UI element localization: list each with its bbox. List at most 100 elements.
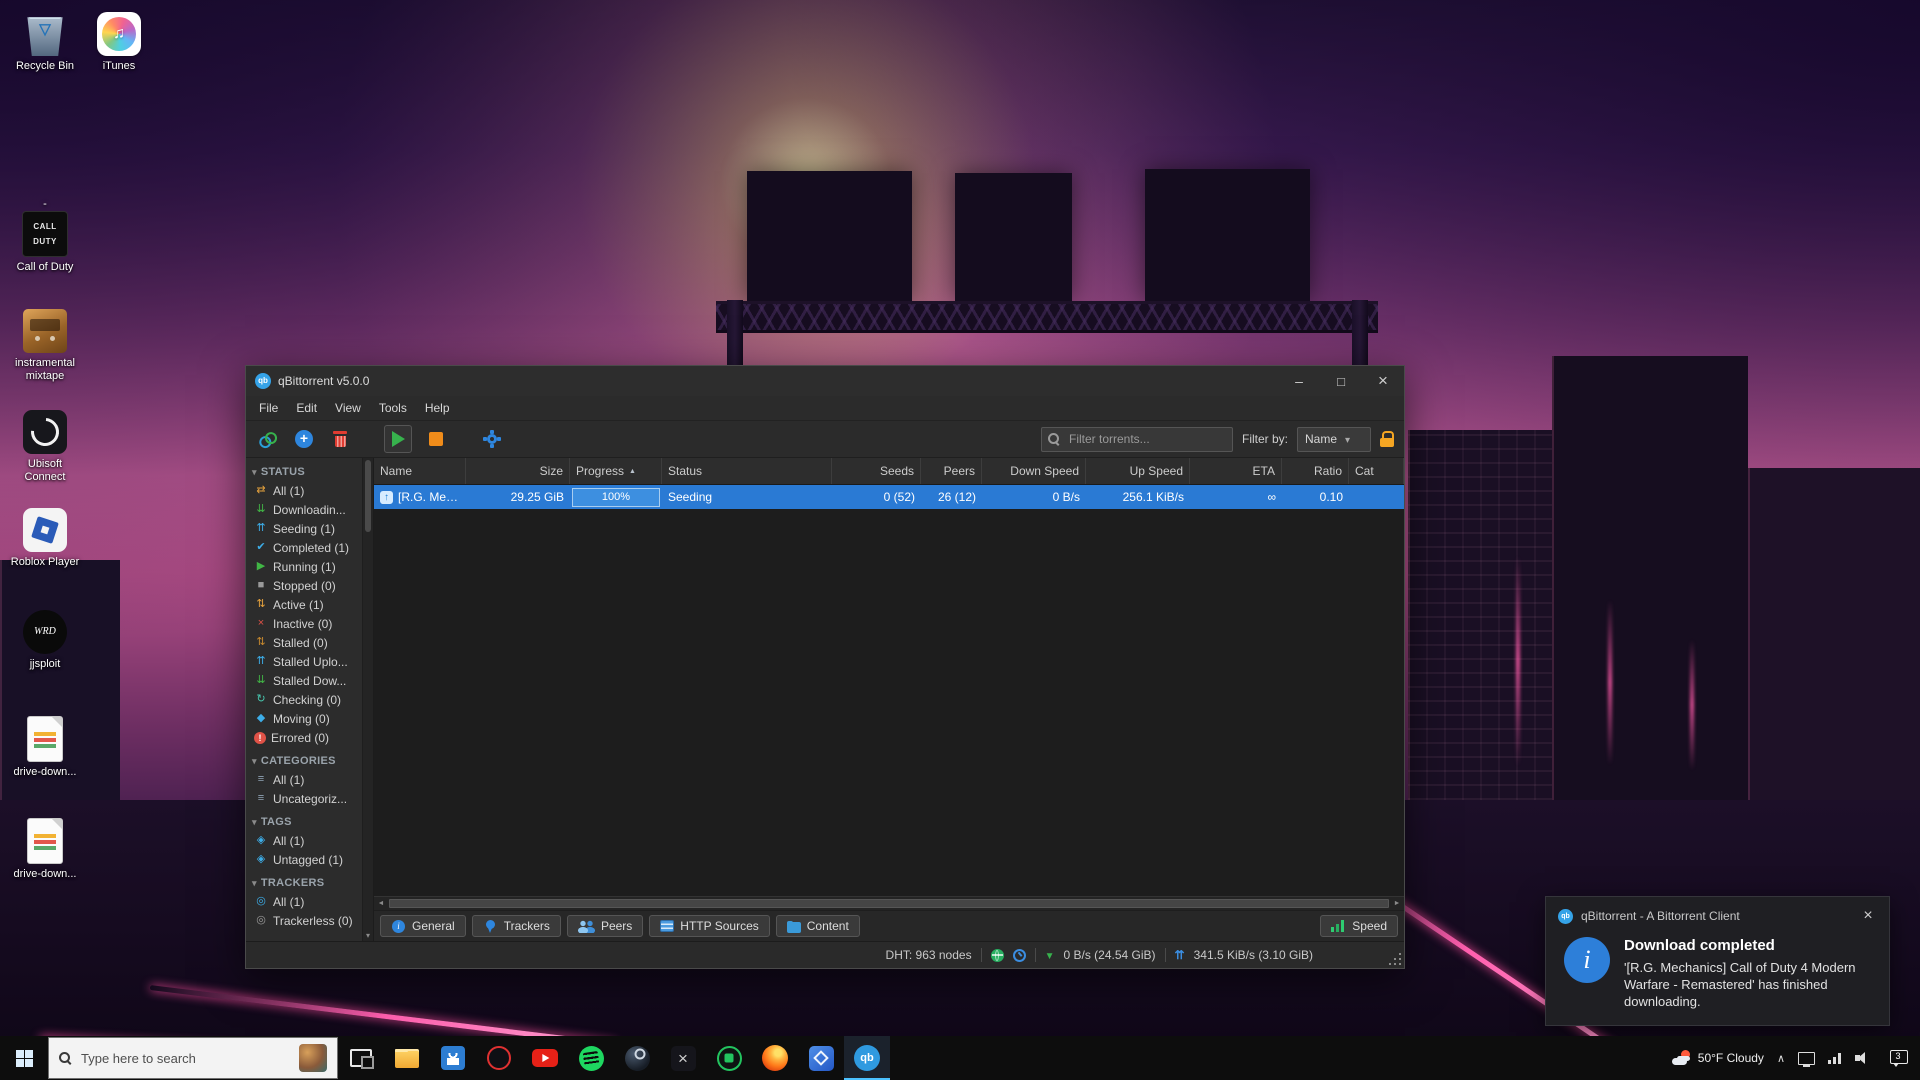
dark-x-app-icon[interactable] [660, 1036, 706, 1080]
column-header-down-speed[interactable]: Down Speed [982, 458, 1086, 484]
connection-status-icon[interactable] [991, 949, 1004, 962]
tags-section-header[interactable]: TAGS [246, 808, 363, 831]
add-torrent-link-button[interactable] [256, 427, 280, 451]
blue-diamond-app-icon[interactable] [798, 1036, 844, 1080]
taskbar-search-box[interactable]: Type here to search [48, 1037, 338, 1079]
youtube-icon[interactable] [522, 1036, 568, 1080]
search-daily-image[interactable] [299, 1044, 327, 1072]
column-header-name[interactable]: Name [374, 458, 466, 484]
column-header-peers[interactable]: Peers [921, 458, 982, 484]
filter-seeding[interactable]: ⇈ Seeding (1) [246, 519, 363, 538]
filter-stopped[interactable]: ■ Stopped (0) [246, 576, 363, 595]
tab-general[interactable]: General [380, 915, 466, 937]
minimize-button[interactable] [1278, 366, 1320, 396]
categories-section-header[interactable]: CATEGORIES [246, 747, 363, 770]
green-ring-app-icon[interactable] [706, 1036, 752, 1080]
filter-errored[interactable]: ! Errored (0) [246, 728, 363, 747]
file-explorer-icon[interactable] [384, 1036, 430, 1080]
filter-completed[interactable]: ✔ Completed (1) [246, 538, 363, 557]
itunes-icon[interactable]: iTunes [82, 12, 156, 73]
tag-untagged[interactable]: ◈ Untagged (1) [246, 850, 363, 869]
drive-download-icon-2[interactable]: drive-down... [8, 818, 82, 881]
column-header-up-speed[interactable]: Up Speed [1086, 458, 1190, 484]
microsoft-store-icon[interactable] [430, 1036, 476, 1080]
spotify-icon[interactable] [568, 1036, 614, 1080]
column-header-seeds[interactable]: Seeds [832, 458, 921, 484]
filter-running[interactable]: ▶ Running (1) [246, 557, 363, 576]
scrollbar-thumb[interactable] [365, 460, 371, 532]
column-header-ratio[interactable]: Ratio [1282, 458, 1349, 484]
column-header-size[interactable]: Size [466, 458, 570, 484]
trackers-section-header[interactable]: TRACKERS [246, 869, 363, 892]
resume-button[interactable] [384, 425, 412, 453]
maximize-button[interactable] [1320, 366, 1362, 396]
category-all[interactable]: ≡ All (1) [246, 770, 363, 789]
call-of-duty-icon[interactable]: Call of Duty [8, 211, 82, 274]
action-center-icon[interactable]: 3 [1888, 1048, 1910, 1068]
red-ring-app-icon[interactable] [476, 1036, 522, 1080]
tab-content[interactable]: Content [776, 915, 860, 937]
filter-inactive[interactable]: × Inactive (0) [246, 614, 363, 633]
tracker-all[interactable]: ◎ All (1) [246, 892, 363, 911]
status-section-header[interactable]: STATUS [246, 458, 363, 481]
lock-icon[interactable] [1380, 431, 1394, 447]
instramental-mixtape-icon[interactable]: instramental mixtape [8, 309, 82, 382]
jjsploit-icon[interactable]: jjsploit [8, 610, 82, 671]
network-tray-icon[interactable] [1828, 1053, 1842, 1064]
tab-trackers[interactable]: Trackers [472, 915, 561, 937]
task-view-button[interactable] [338, 1036, 384, 1080]
scroll-left-button[interactable] [374, 897, 388, 910]
menu-item[interactable]: File [250, 398, 287, 418]
menu-item[interactable]: Edit [287, 398, 326, 418]
tray-expand-icon[interactable] [1777, 1049, 1785, 1067]
drive-download-icon-1[interactable]: drive-down... [8, 716, 82, 779]
filter-moving[interactable]: ◆ Moving (0) [246, 709, 363, 728]
torrent-search-box[interactable] [1041, 427, 1233, 452]
scroll-right-button[interactable] [1390, 897, 1404, 910]
toast-close-icon[interactable] [1859, 907, 1877, 925]
horizontal-scrollbar[interactable] [374, 896, 1404, 910]
dash-shortcut[interactable]: - [8, 150, 82, 211]
tab-speed[interactable]: Speed [1320, 915, 1398, 937]
filter-torrents-input[interactable] [1067, 431, 1226, 447]
category-uncategorized[interactable]: ≡ Uncategoriz... [246, 789, 363, 808]
filter-downloading[interactable]: ⇊ Downloadin... [246, 500, 363, 519]
tab-peers[interactable]: Peers [567, 915, 643, 937]
scrollbar-thumb[interactable] [389, 899, 1389, 908]
column-header-eta[interactable]: ETA [1190, 458, 1282, 484]
filter-all[interactable]: ⇄ All (1) [246, 481, 363, 500]
options-button[interactable] [480, 427, 504, 451]
steam-icon[interactable] [614, 1036, 660, 1080]
stop-button[interactable] [424, 427, 448, 451]
notification-toast[interactable]: qBittorrent - A Bittorrent Client Downlo… [1545, 896, 1890, 1026]
tracker-trackerless[interactable]: ◎ Trackerless (0) [246, 911, 363, 930]
column-header-cat[interactable]: Cat [1349, 458, 1404, 484]
start-button[interactable] [0, 1036, 48, 1080]
roblox-player-icon[interactable]: Roblox Player [8, 508, 82, 569]
close-button[interactable] [1362, 366, 1404, 396]
sidebar-scrollbar[interactable] [362, 458, 373, 941]
column-header-status[interactable]: Status [662, 458, 832, 484]
qbittorrent-taskbar-icon[interactable] [844, 1036, 890, 1080]
scroll-down-icon[interactable] [363, 929, 373, 941]
volume-tray-icon[interactable] [1855, 1052, 1871, 1065]
tab-http-sources[interactable]: HTTP Sources [649, 915, 769, 937]
delete-torrent-button[interactable] [328, 427, 352, 451]
column-header-progress[interactable]: Progress [570, 458, 662, 484]
filter-stalled[interactable]: ⇅ Stalled (0) [246, 633, 363, 652]
menu-item[interactable]: View [326, 398, 370, 418]
speed-limits-icon[interactable] [1013, 949, 1026, 962]
display-tray-icon[interactable] [1798, 1052, 1815, 1065]
recycle-bin-icon[interactable]: Recycle Bin [8, 12, 82, 73]
filter-stalled-uploading[interactable]: ⇈ Stalled Uplo... [246, 652, 363, 671]
window-titlebar[interactable]: qBittorrent v5.0.0 [246, 366, 1404, 396]
add-torrent-file-button[interactable] [292, 427, 316, 451]
filter-by-dropdown[interactable]: Name [1297, 427, 1371, 452]
filter-checking[interactable]: ↻ Checking (0) [246, 690, 363, 709]
resize-grip[interactable] [1388, 952, 1401, 965]
menu-item[interactable]: Help [416, 398, 459, 418]
firefox-icon[interactable] [752, 1036, 798, 1080]
filter-active[interactable]: ⇅ Active (1) [246, 595, 363, 614]
filter-stalled-downloading[interactable]: ⇊ Stalled Dow... [246, 671, 363, 690]
weather-widget[interactable]: 50°F Cloudy [1672, 1050, 1764, 1066]
